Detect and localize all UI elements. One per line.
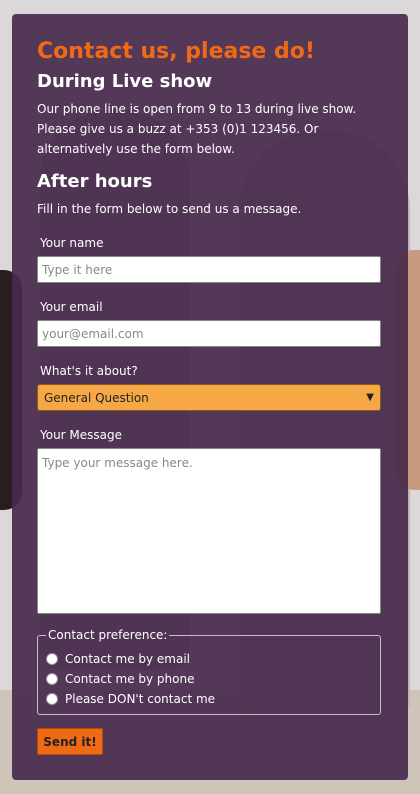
radio-button[interactable] bbox=[46, 653, 58, 665]
contact-preference-group: Contact preference: Contact me by email … bbox=[37, 628, 381, 715]
email-input[interactable] bbox=[37, 320, 381, 347]
chevron-down-icon: ▼ bbox=[366, 392, 374, 403]
message-textarea[interactable] bbox=[37, 448, 381, 614]
contact-preference-legend: Contact preference: bbox=[48, 628, 168, 642]
send-button[interactable]: Send it! bbox=[37, 728, 103, 755]
live-show-text: Our phone line is open from 9 to 13 duri… bbox=[37, 102, 357, 156]
contact-panel: Contact us, please do! During Live show … bbox=[12, 14, 408, 780]
message-label: Your Message bbox=[40, 428, 123, 442]
preference-label: Contact me by email bbox=[65, 652, 191, 666]
after-hours-text: Fill in the form below to send us a mess… bbox=[37, 202, 302, 216]
topic-label: What's it about? bbox=[40, 364, 138, 378]
email-label: Your email bbox=[40, 300, 103, 314]
radio-button[interactable] bbox=[46, 673, 58, 685]
after-hours-heading: After hours bbox=[37, 171, 153, 192]
preference-label: Please DON't contact me bbox=[65, 692, 216, 706]
preference-option-phone[interactable]: Contact me by phone bbox=[46, 672, 372, 686]
preference-option-none[interactable]: Please DON't contact me bbox=[46, 692, 372, 706]
name-input[interactable] bbox=[37, 256, 381, 283]
live-show-heading: During Live show bbox=[37, 71, 213, 92]
preference-label: Contact me by phone bbox=[65, 672, 195, 686]
radio-button[interactable] bbox=[46, 693, 58, 705]
preference-option-email[interactable]: Contact me by email bbox=[46, 652, 372, 666]
topic-selected-value: General Question bbox=[44, 390, 149, 405]
contact-content: Contact us, please do! During Live show … bbox=[37, 39, 383, 755]
name-label: Your name bbox=[40, 236, 104, 250]
page-title: Contact us, please do! bbox=[37, 39, 315, 64]
topic-select[interactable]: General Question ▼ bbox=[37, 384, 381, 411]
